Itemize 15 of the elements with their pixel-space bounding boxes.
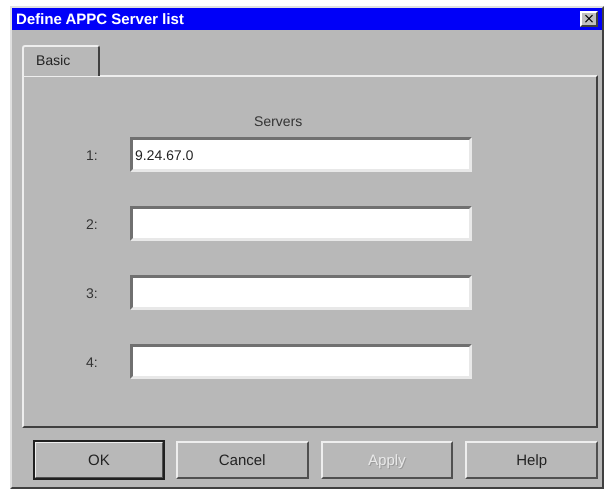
dialog-button[interactable]: Cancel	[176, 441, 308, 479]
field-label: 3:	[85, 284, 99, 300]
window-title: Define APPC Server list	[16, 10, 184, 28]
input-field[interactable]	[130, 275, 472, 310]
servers-heading: Servers	[254, 113, 302, 129]
input-field[interactable]	[130, 206, 472, 241]
field-label: 1:	[85, 146, 99, 162]
field-label: 4:	[85, 354, 99, 370]
dialog-button[interactable]: Help	[465, 441, 598, 479]
field-label: 2:	[85, 216, 99, 232]
input-field[interactable]: 9.24.67.0	[130, 137, 472, 172]
tab[interactable]: Basic	[22, 45, 100, 76]
close-button[interactable]: ×	[580, 11, 598, 27]
dialog-button[interactable]: OK	[34, 441, 164, 479]
input-field[interactable]	[130, 344, 472, 379]
